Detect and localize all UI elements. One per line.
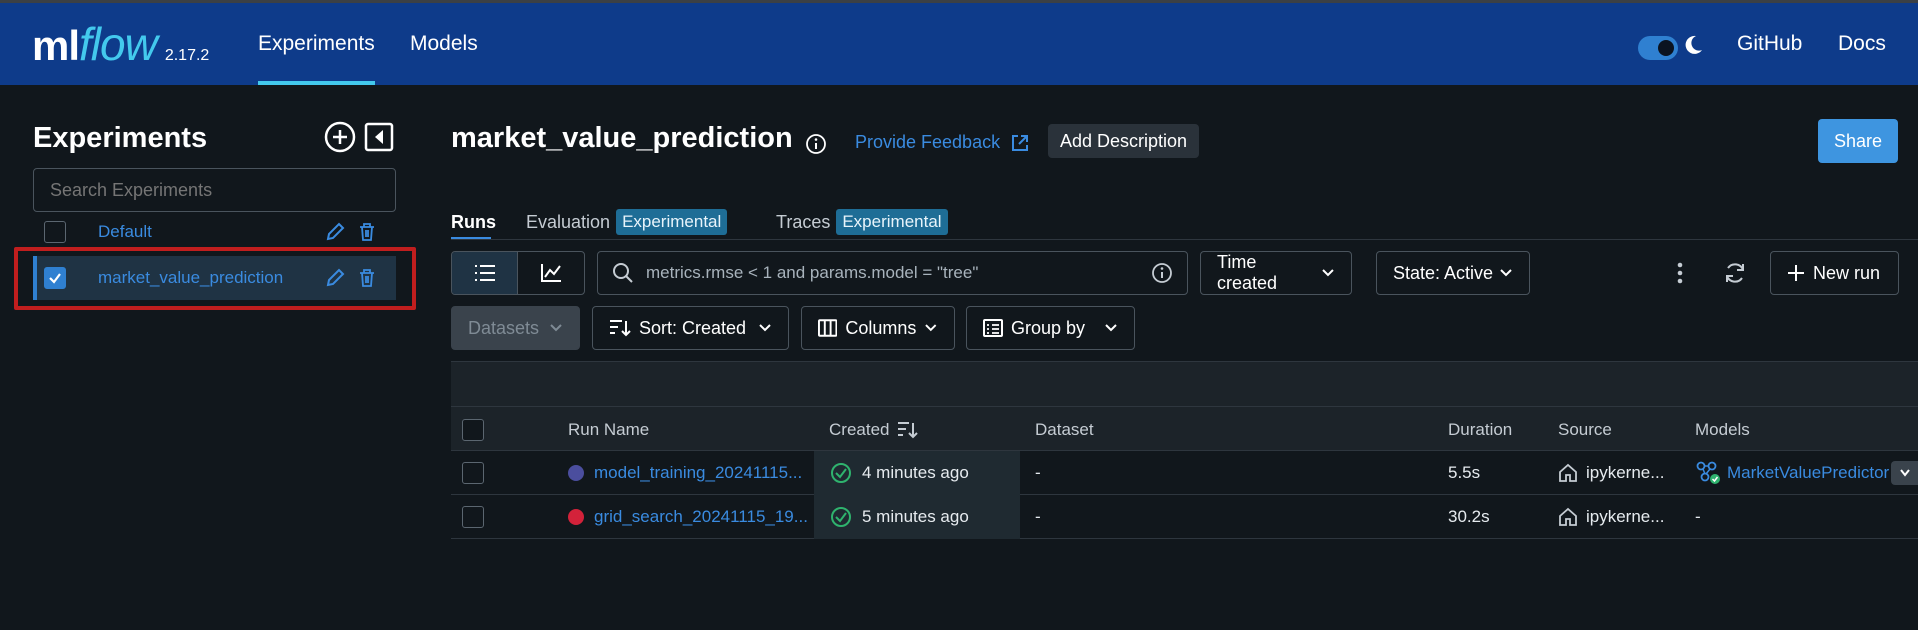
model-versions-dropdown[interactable] bbox=[1891, 461, 1918, 485]
moon-icon bbox=[1685, 35, 1702, 54]
column-header-dataset[interactable]: Dataset bbox=[1035, 407, 1094, 452]
nav-experiments[interactable]: Experiments bbox=[258, 3, 375, 85]
tab-evaluation[interactable]: Evaluation Experimental bbox=[526, 206, 728, 238]
collapse-left-icon bbox=[364, 122, 394, 152]
edit-icon[interactable] bbox=[324, 221, 346, 243]
add-description-button[interactable]: Add Description bbox=[1048, 124, 1200, 158]
table-header-row: Run Name Created Dataset Duration Source… bbox=[451, 406, 1918, 451]
table-view-button[interactable] bbox=[452, 252, 518, 294]
models-cell: - bbox=[1695, 507, 1701, 526]
experimental-badge: Experimental bbox=[616, 209, 728, 235]
run-name-link[interactable]: model_training_20241115... bbox=[594, 463, 802, 483]
collapse-sidebar-button[interactable] bbox=[364, 122, 394, 152]
provide-feedback-link[interactable]: Provide Feedback bbox=[855, 132, 1030, 153]
trash-icon[interactable] bbox=[358, 222, 376, 242]
tab-runs[interactable]: Runs bbox=[451, 206, 496, 238]
column-header-run-name[interactable]: Run Name bbox=[568, 407, 649, 452]
version-label: 2.17.2 bbox=[164, 47, 210, 64]
search-icon bbox=[613, 263, 633, 283]
success-check-icon bbox=[831, 507, 851, 527]
state-dropdown[interactable]: State: Active bbox=[1376, 251, 1530, 295]
dark-mode-toggle[interactable] bbox=[1638, 36, 1678, 60]
success-check-icon bbox=[831, 463, 851, 483]
list-icon bbox=[474, 265, 495, 281]
select-all-checkbox[interactable] bbox=[462, 407, 484, 452]
models-cell: MarketValuePredictor bbox=[1695, 451, 1889, 495]
tabs-divider bbox=[451, 239, 1918, 240]
duration-cell: 30.2s bbox=[1448, 507, 1490, 526]
info-icon[interactable] bbox=[1151, 262, 1173, 284]
page-title: market_value_prediction bbox=[451, 122, 793, 154]
create-experiment-button[interactable] bbox=[324, 121, 356, 153]
home-icon bbox=[1559, 463, 1577, 482]
run-search-input[interactable]: metrics.rmse < 1 and params.model = "tre… bbox=[597, 251, 1188, 295]
row-checkbox[interactable] bbox=[462, 451, 484, 495]
top-navbar: ml flow 2.17.2 Experiments Models GitHub … bbox=[0, 3, 1918, 85]
plus-icon bbox=[1788, 265, 1804, 281]
run-name-link[interactable]: grid_search_20241115_19... bbox=[594, 507, 808, 527]
datasets-dropdown[interactable]: Datasets bbox=[451, 306, 580, 350]
duration-cell: 5.5s bbox=[1448, 463, 1481, 482]
view-mode-toggle bbox=[451, 251, 585, 295]
table-row[interactable]: grid_search_20241115_19... 5 minutes ago… bbox=[451, 495, 1918, 539]
run-color-dot[interactable] bbox=[568, 509, 584, 525]
plus-circle-icon bbox=[324, 121, 356, 153]
home-icon bbox=[1559, 507, 1577, 526]
sidebar-title: Experiments bbox=[33, 122, 208, 154]
row-checkbox[interactable] bbox=[462, 495, 484, 539]
sort-icon bbox=[610, 320, 631, 337]
experimental-badge: Experimental bbox=[836, 209, 948, 235]
table-group-header bbox=[451, 361, 1918, 406]
nav-github[interactable]: GitHub bbox=[1737, 3, 1802, 85]
active-nav-underline bbox=[258, 81, 375, 85]
tab-traces[interactable]: Traces Experimental bbox=[776, 206, 948, 238]
dataset-cell: - bbox=[1035, 507, 1041, 526]
registered-model-icon bbox=[1696, 461, 1720, 484]
nav-docs[interactable]: Docs bbox=[1838, 3, 1886, 85]
table-row[interactable]: model_training_20241115... 4 minutes ago… bbox=[451, 451, 1918, 495]
chevron-down-icon bbox=[925, 324, 937, 332]
columns-icon bbox=[818, 319, 838, 337]
column-header-models[interactable]: Models bbox=[1695, 407, 1750, 452]
source-cell: ipykerne... bbox=[1558, 451, 1664, 495]
experiment-checkbox[interactable] bbox=[44, 221, 66, 243]
group-icon bbox=[983, 319, 1003, 337]
sort-dropdown[interactable]: Sort: Created bbox=[592, 306, 789, 350]
external-link-icon bbox=[1012, 134, 1029, 151]
nav-models[interactable]: Models bbox=[410, 3, 478, 85]
share-button[interactable]: Share bbox=[1818, 119, 1898, 163]
search-experiments-input[interactable] bbox=[33, 168, 396, 212]
columns-dropdown[interactable]: Columns bbox=[801, 306, 955, 350]
run-name-cell: model_training_20241115... bbox=[568, 451, 802, 495]
new-run-button[interactable]: New run bbox=[1770, 251, 1899, 295]
refresh-icon[interactable] bbox=[1723, 261, 1747, 285]
chevron-down-icon bbox=[1899, 469, 1910, 477]
run-name-cell: grid_search_20241115_19... bbox=[568, 495, 808, 539]
run-color-dot[interactable] bbox=[568, 465, 584, 481]
info-icon[interactable] bbox=[805, 133, 827, 155]
time-created-dropdown[interactable]: Time created bbox=[1200, 251, 1352, 295]
chevron-down-icon bbox=[759, 324, 771, 332]
more-vertical-icon[interactable] bbox=[1676, 262, 1684, 284]
mlflow-logo[interactable]: ml flow 2.17.2 bbox=[32, 17, 210, 70]
column-header-created[interactable]: Created bbox=[829, 407, 919, 452]
source-cell: ipykerne... bbox=[1558, 495, 1664, 539]
experiment-label[interactable]: Default bbox=[98, 222, 324, 242]
group-by-dropdown[interactable]: Group by bbox=[966, 306, 1135, 350]
sort-descending-icon bbox=[898, 421, 919, 438]
chevron-down-icon bbox=[1105, 324, 1117, 332]
dataset-cell: - bbox=[1035, 463, 1041, 482]
created-cell: 4 minutes ago bbox=[814, 451, 1020, 495]
chevron-down-icon bbox=[1322, 269, 1334, 277]
chart-view-button[interactable] bbox=[518, 252, 584, 294]
line-chart-icon bbox=[541, 264, 561, 282]
created-cell: 5 minutes ago bbox=[814, 495, 1020, 539]
chevron-down-icon bbox=[550, 324, 562, 332]
column-header-duration[interactable]: Duration bbox=[1448, 407, 1512, 452]
model-link[interactable]: MarketValuePredictor bbox=[1727, 463, 1889, 483]
column-header-source[interactable]: Source bbox=[1558, 407, 1612, 452]
selection-highlight-box bbox=[14, 247, 416, 310]
chevron-down-icon bbox=[1500, 269, 1512, 277]
